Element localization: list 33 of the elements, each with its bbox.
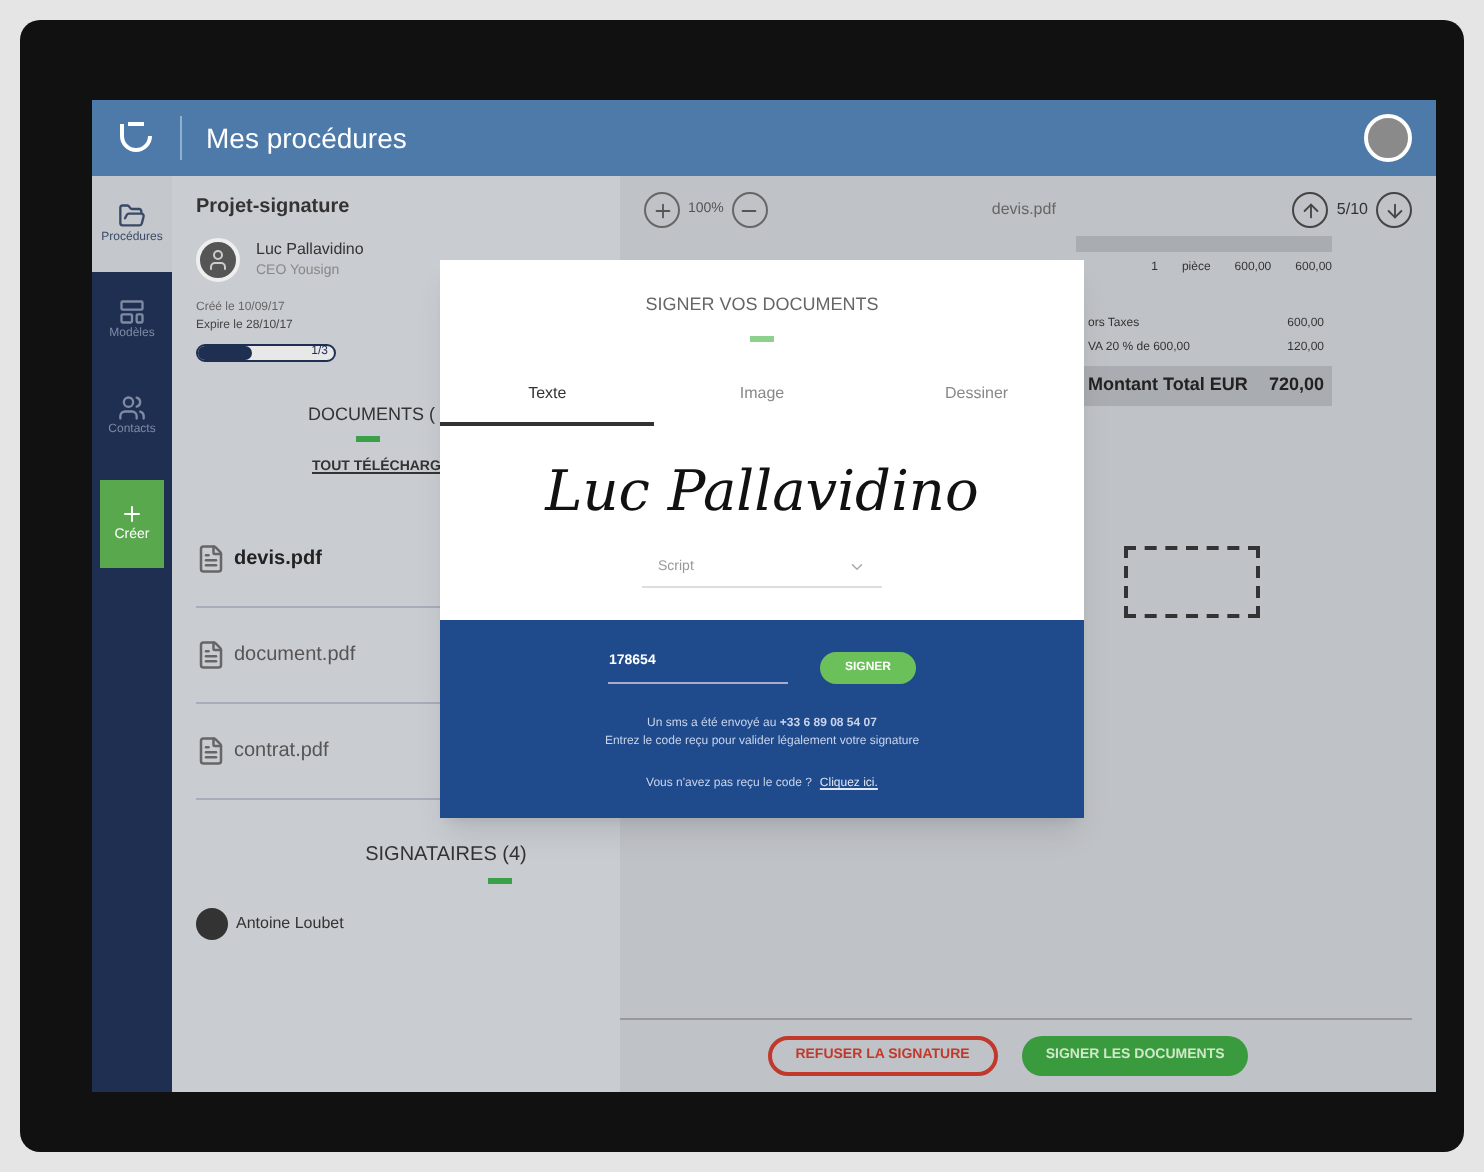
owner-name: Luc Pallavidino — [256, 238, 364, 262]
tab[interactable]: Dessiner — [869, 381, 1084, 425]
zoom-out-button[interactable] — [731, 192, 768, 228]
logo-icon — [116, 118, 156, 158]
rail-icon — [118, 201, 146, 229]
arrow-down-icon — [1383, 199, 1405, 221]
signer-name: Antoine Loubet — [236, 911, 344, 935]
plus-icon — [120, 501, 144, 526]
dialog-title: SIGNER VOS DOCUMENTS — [645, 292, 879, 318]
signature-placeholder — [1124, 545, 1260, 617]
file-icon — [196, 639, 226, 669]
previous-page-button[interactable] — [1292, 192, 1329, 228]
signers-heading: SIGNATAIRES (4) — [365, 841, 527, 869]
total-label: Montant Total EUR — [1088, 372, 1248, 398]
rail-icon — [118, 297, 146, 325]
zoom-in-button[interactable] — [644, 192, 680, 228]
next-page-button[interactable] — [1376, 192, 1412, 228]
documents-heading: DOCUMENTS ( — [308, 401, 435, 428]
page-counter: 5/10 — [1336, 198, 1368, 222]
file-name: devis.pdf — [991, 198, 1056, 222]
plus-icon — [651, 199, 673, 221]
page-title: Mes procédures — [206, 119, 407, 158]
project-title: Projet-signature — [196, 194, 352, 222]
rail-icon — [118, 393, 146, 421]
person-icon — [206, 248, 230, 273]
avatar[interactable] — [1364, 114, 1412, 162]
file-icon — [196, 543, 226, 573]
tab[interactable]: Texte — [440, 381, 655, 425]
tab[interactable]: Image — [654, 381, 870, 425]
total-value: 720,00 — [1268, 372, 1324, 398]
file-icon — [196, 735, 226, 765]
arrow-up-icon — [1299, 199, 1322, 221]
signer-avatar — [196, 907, 228, 939]
